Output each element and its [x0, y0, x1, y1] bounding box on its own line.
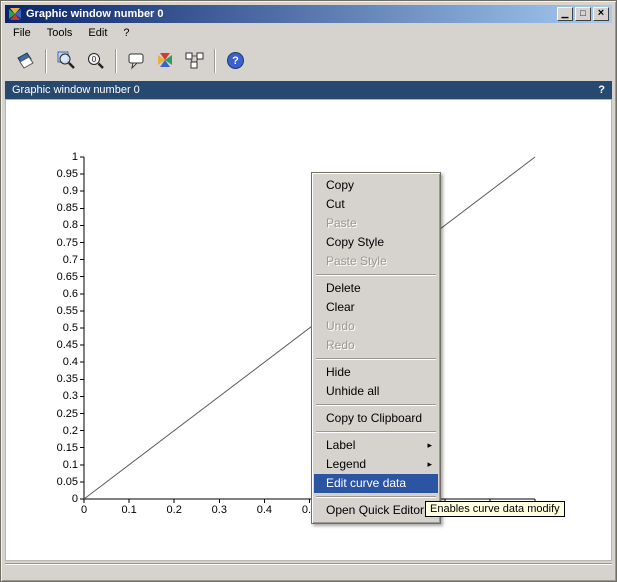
submenu-arrow-icon: ▸	[427, 436, 432, 455]
graph-editor-icon	[184, 51, 205, 70]
help-button[interactable]: ?	[221, 47, 249, 75]
menu-edit[interactable]: Edit	[80, 25, 115, 41]
rotate-3d-icon	[156, 51, 175, 70]
y-tick-label: 0.2	[42, 425, 78, 437]
menu-file[interactable]: File	[5, 25, 39, 41]
y-tick-label: 0.05	[42, 476, 78, 488]
zoom-reset-button[interactable]: 0	[81, 47, 109, 75]
plot-canvas[interactable]: 0 0.05 0.1 0.15 0.2 0.25 0.3 0.35 0.4 0.45 0.5 0.55…	[5, 99, 612, 561]
figure-header: Graphic window number 0 ?	[5, 81, 612, 99]
y-tick-label: 0.6	[42, 288, 78, 300]
y-tick-label: 0.5	[42, 322, 78, 334]
figure-header-title: Graphic window number 0	[12, 84, 598, 96]
x-tick-label: 0.3	[204, 504, 234, 516]
menu-item-paste: Paste	[314, 214, 438, 233]
figure-header-help[interactable]: ?	[598, 84, 605, 96]
x-tick-label: 0	[69, 504, 99, 516]
toolbar-separator	[45, 49, 47, 73]
y-tick-label: 0.35	[42, 373, 78, 385]
y-tick-label: 0.55	[42, 305, 78, 317]
export-graphics-icon	[16, 51, 35, 70]
y-tick-label: 0.75	[42, 237, 78, 249]
y-tick-label: 1	[42, 151, 78, 163]
menu-item-hide[interactable]: Hide	[314, 363, 438, 382]
y-tick-label: 0.25	[42, 408, 78, 420]
toolbar-separator	[214, 49, 216, 73]
svg-text:?: ?	[232, 55, 239, 67]
toolbar-separator	[115, 49, 117, 73]
minimize-button[interactable]: ▁	[557, 7, 573, 21]
graphic-window: Graphic window number 0 ▁ □ × File Tools…	[0, 0, 617, 582]
x-tick-label: 0.4	[249, 504, 279, 516]
menu-item-legend[interactable]: Legend ▸	[314, 455, 438, 474]
window-title: Graphic window number 0	[26, 8, 557, 20]
menu-separator	[316, 496, 436, 498]
menu-item-open-quick-editor[interactable]: Open Quick Editor	[314, 501, 438, 520]
menu-item-copy[interactable]: Copy	[314, 176, 438, 195]
y-tick-label: 0.9	[42, 185, 78, 197]
context-menu: Copy Cut Paste Copy Style Paste Style De…	[311, 172, 441, 524]
menu-tools[interactable]: Tools	[39, 25, 81, 41]
toolbar: 0	[5, 43, 612, 78]
menu-item-copy-to-clipboard[interactable]: Copy to Clipboard	[314, 409, 438, 428]
export-graphics-button[interactable]	[11, 47, 39, 75]
graph-editor-button[interactable]	[180, 47, 208, 75]
annotation-icon	[127, 51, 146, 70]
menu-item-text: Legend	[326, 457, 366, 471]
menu-separator	[316, 404, 436, 406]
y-tick-label: 0.7	[42, 254, 78, 266]
menu-item-unhide-all[interactable]: Unhide all	[314, 382, 438, 401]
menu-item-delete[interactable]: Delete	[314, 279, 438, 298]
menu-item-edit-curve-data[interactable]: Edit curve data	[314, 474, 438, 493]
menu-item-copy-style[interactable]: Copy Style	[314, 233, 438, 252]
x-tick-label: 0.1	[114, 504, 144, 516]
y-tick-label: 0.15	[42, 442, 78, 454]
y-tick-label: 0.95	[42, 168, 78, 180]
svg-text:0: 0	[91, 55, 96, 64]
menu-item-undo: Undo	[314, 317, 438, 336]
y-tick-label: 0.3	[42, 390, 78, 402]
x-tick-label: 0.2	[159, 504, 189, 516]
submenu-arrow-icon: ▸	[427, 455, 432, 474]
annotation-button[interactable]	[122, 47, 150, 75]
menu-bar: File Tools Edit ?	[5, 24, 612, 42]
zoom-area-icon	[57, 51, 76, 70]
y-tick-label: 0.8	[42, 219, 78, 231]
y-tick-label: 0.1	[42, 459, 78, 471]
menu-item-paste-style: Paste Style	[314, 252, 438, 271]
menu-item-clear[interactable]: Clear	[314, 298, 438, 317]
close-button[interactable]: ×	[593, 7, 609, 21]
rotate-3d-button[interactable]	[151, 47, 179, 75]
app-icon	[8, 7, 22, 21]
menu-separator	[316, 358, 436, 360]
plot-svg	[6, 100, 613, 563]
menu-help[interactable]: ?	[115, 25, 137, 41]
help-icon: ?	[226, 51, 245, 70]
menu-separator	[316, 274, 436, 276]
status-bar	[5, 563, 612, 577]
zoom-area-button[interactable]	[52, 47, 80, 75]
zoom-reset-icon: 0	[86, 51, 105, 70]
menu-item-cut[interactable]: Cut	[314, 195, 438, 214]
y-tick-label: 0.85	[42, 202, 78, 214]
y-tick-label: 0.4	[42, 356, 78, 368]
menu-item-text: Label	[326, 438, 355, 452]
menu-item-redo: Redo	[314, 336, 438, 355]
menu-item-label[interactable]: Label ▸	[314, 436, 438, 455]
y-tick-label: 0.65	[42, 271, 78, 283]
maximize-button[interactable]: □	[575, 7, 591, 21]
tooltip: Enables curve data modify	[425, 501, 565, 517]
menu-separator	[316, 431, 436, 433]
y-tick-label: 0.45	[42, 339, 78, 351]
title-bar[interactable]: Graphic window number 0 ▁ □ ×	[5, 5, 612, 23]
